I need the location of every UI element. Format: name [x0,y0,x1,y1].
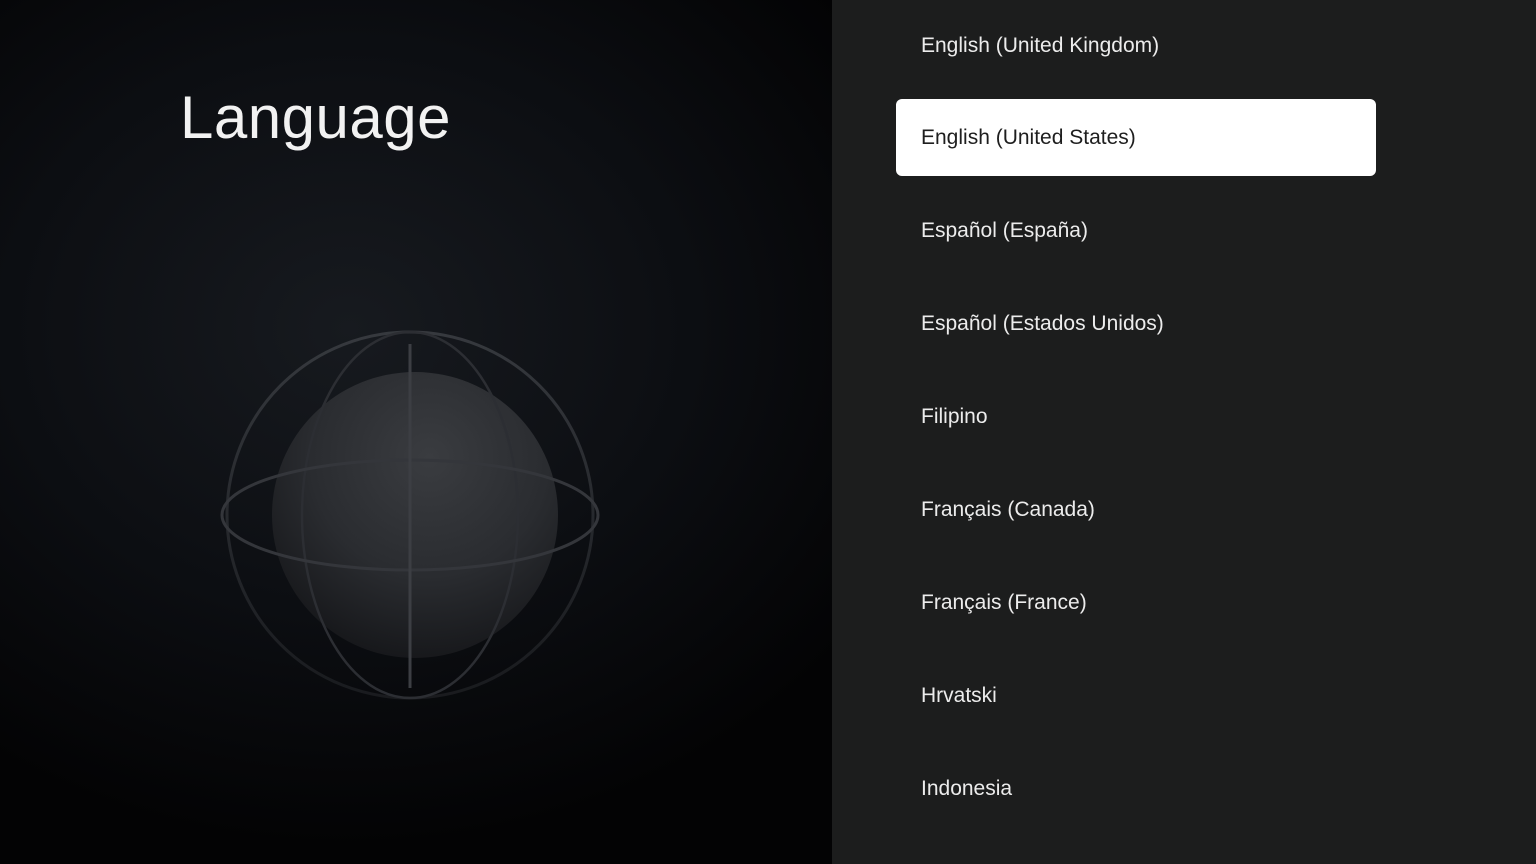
language-option[interactable]: Español (Estados Unidos) [896,285,1376,362]
language-option-label: Español (Estados Unidos) [921,311,1164,335]
language-option[interactable]: Filipino [896,378,1376,455]
page-title: Language [180,84,451,151]
language-list-pane[interactable]: English (United Kingdom) English (United… [832,0,1536,864]
language-option-label: English (United Kingdom) [921,33,1160,57]
language-option-label: Hrvatski [921,683,997,707]
language-option-label: Español (España) [921,218,1088,242]
language-option-label: Indonesia [921,776,1013,800]
language-option[interactable]: Français (France) [896,564,1376,641]
left-pane: Language [0,0,832,864]
language-option-label: English (United States) [921,125,1136,149]
language-option[interactable]: English (United Kingdom) [896,7,1376,84]
language-option-label: Français (Canada) [921,497,1095,521]
language-option-label: Français (France) [921,590,1087,614]
language-option[interactable]: Français (Canada) [896,471,1376,548]
language-option-label: Filipino [921,404,988,428]
language-screen: Language English (United Kingdom) Englis… [0,0,1536,864]
language-option-selected[interactable]: English (United States) [896,99,1376,176]
language-option[interactable]: Hrvatski [896,657,1376,734]
language-option[interactable]: Indonesia [896,750,1376,827]
globe-icon [220,330,600,700]
language-option[interactable]: Español (España) [896,192,1376,269]
